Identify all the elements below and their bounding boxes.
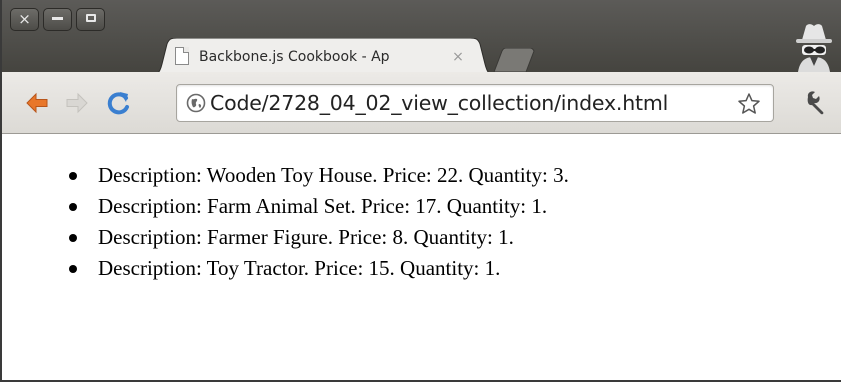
list-item: Description: Toy Tractor. Price: 15. Qua… (64, 253, 569, 284)
bullet-icon (69, 234, 77, 242)
window-maximize-button[interactable] (76, 8, 105, 31)
close-icon: × (18, 10, 31, 28)
back-arrow-icon[interactable] (24, 90, 50, 116)
minimize-icon (52, 17, 63, 20)
item-text: Description: Wooden Toy House. Price: 22… (98, 163, 569, 187)
window-close-button[interactable]: × (10, 8, 39, 31)
list-item: Description: Farmer Figure. Price: 8. Qu… (64, 222, 569, 253)
bullet-icon (69, 172, 77, 180)
item-list: Description: Wooden Toy House. Price: 22… (64, 160, 569, 284)
new-tab-button[interactable] (492, 48, 536, 72)
incognito-icon (796, 24, 832, 72)
url-text: Code/2728_04_02_view_collection/index.ht… (210, 91, 669, 115)
tab-active[interactable]: Backbone.js Cookbook - Ap × (148, 38, 498, 76)
tab-close-button[interactable]: × (450, 47, 466, 67)
browser-window: × Backbone.js Cookbook - Ap × Code/2728_… (0, 0, 841, 382)
page-content: Description: Wooden Toy House. Price: 22… (2, 134, 841, 380)
item-text: Description: Toy Tractor. Price: 15. Qua… (98, 256, 501, 280)
wrench-icon[interactable] (802, 89, 830, 117)
forward-arrow-icon[interactable] (64, 90, 90, 116)
maximize-icon (85, 14, 96, 22)
list-item: Description: Farm Animal Set. Price: 17.… (64, 191, 569, 222)
item-text: Description: Farm Animal Set. Price: 17.… (98, 194, 548, 218)
toolbar: Code/2728_04_02_view_collection/index.ht… (2, 72, 841, 134)
bullet-icon (69, 265, 77, 273)
reload-icon[interactable] (106, 90, 132, 116)
bullet-icon (69, 203, 77, 211)
list-item: Description: Wooden Toy House. Price: 22… (64, 160, 569, 191)
globe-icon (186, 93, 206, 113)
bookmark-star-icon[interactable] (737, 92, 761, 116)
address-bar[interactable]: Code/2728_04_02_view_collection/index.ht… (176, 84, 774, 122)
page-icon (175, 47, 189, 65)
title-bar: × Backbone.js Cookbook - Ap × (2, 0, 841, 76)
tab-title: Backbone.js Cookbook - Ap (199, 49, 390, 65)
item-text: Description: Farmer Figure. Price: 8. Qu… (98, 225, 514, 249)
window-minimize-button[interactable] (43, 8, 72, 31)
